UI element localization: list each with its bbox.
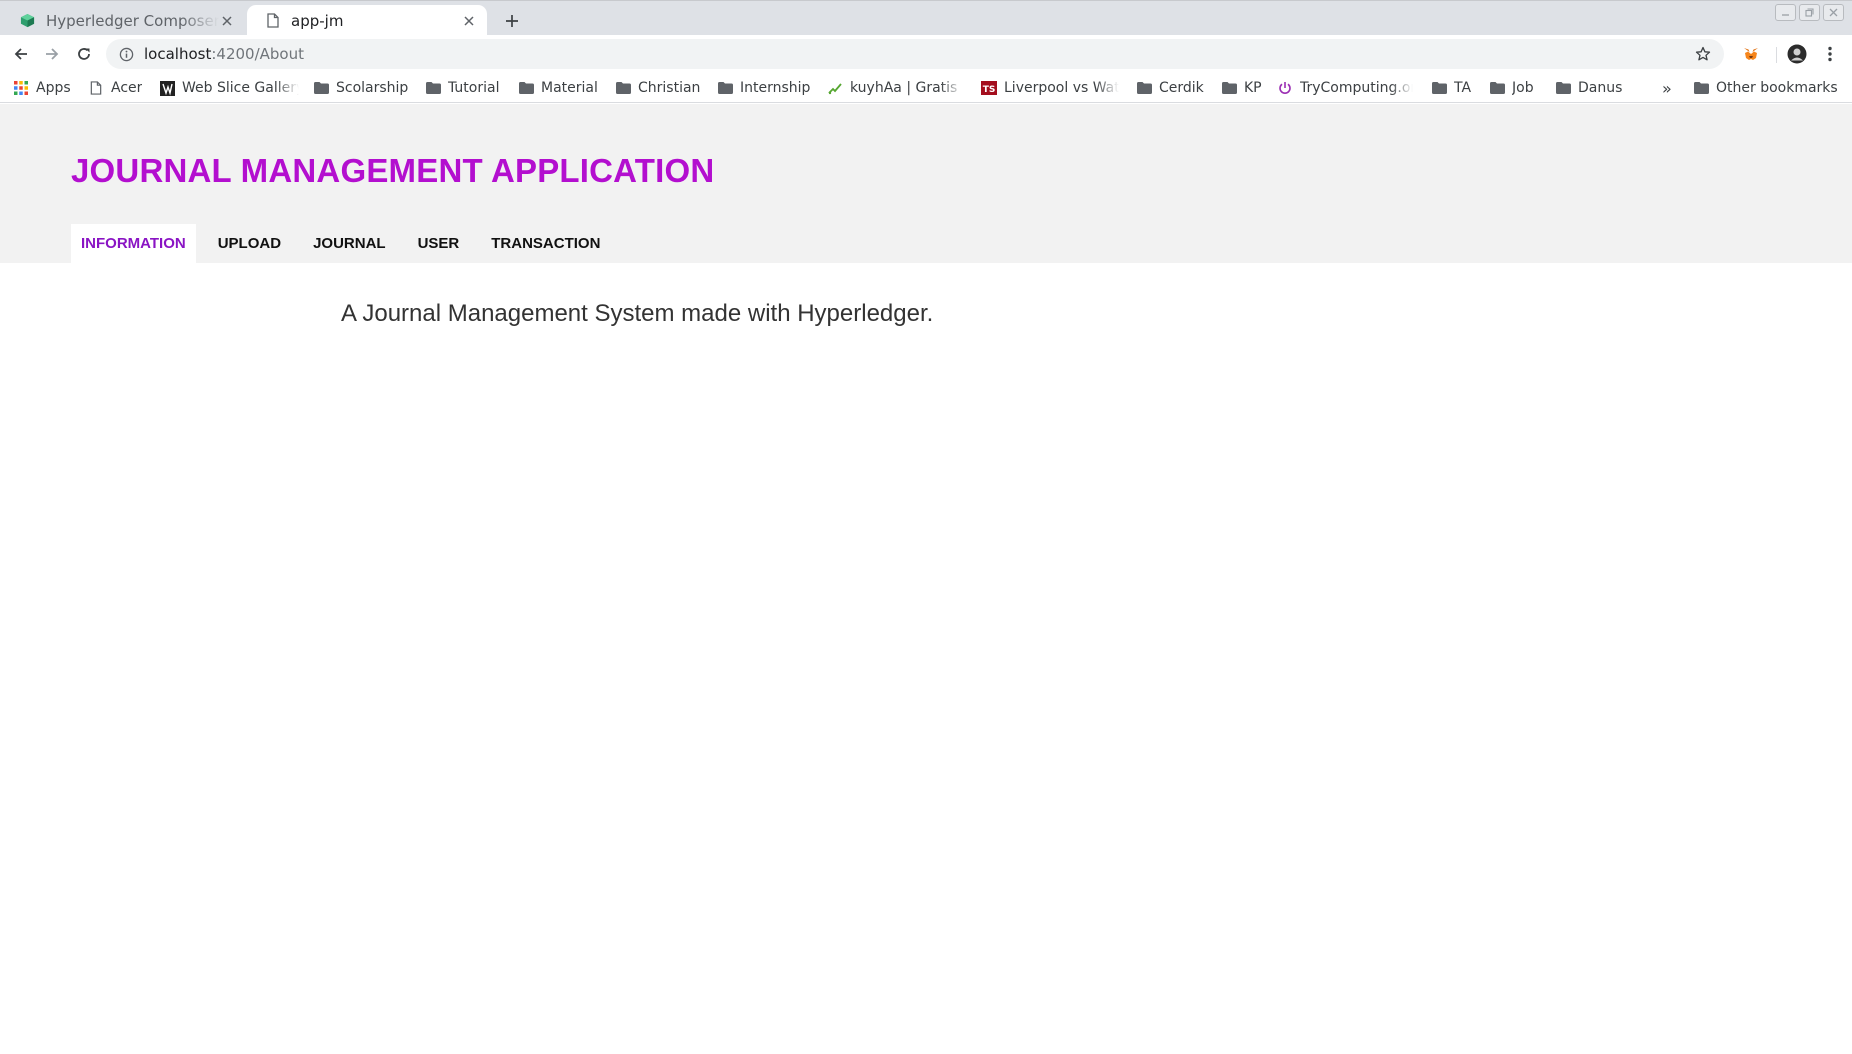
app-title: JOURNAL MANAGEMENT APPLICATION	[71, 152, 715, 189]
metamask-fox-icon[interactable]	[1741, 44, 1761, 64]
browser-toolbar: localhost:4200/About	[0, 35, 1852, 73]
toolbar-divider	[1776, 47, 1777, 63]
page-icon	[88, 80, 104, 96]
tab-title: Hyperledger Composer REST server	[46, 11, 219, 30]
bookmark-label: Cerdik	[1159, 80, 1204, 96]
restore-icon	[1805, 8, 1814, 17]
window-controls	[1775, 4, 1844, 21]
menu-kebab-icon[interactable]	[1820, 44, 1840, 64]
bookmark-folder-tutorial[interactable]: Tutorial	[425, 77, 499, 99]
folder-icon	[1221, 80, 1237, 96]
bookmark-label: Danus	[1578, 80, 1623, 96]
profile-avatar[interactable]	[1787, 44, 1807, 64]
minimize-button[interactable]	[1775, 4, 1796, 21]
bookmark-web-slice-gallery[interactable]: Web Slice Gallery	[159, 77, 299, 99]
bookmark-trycomputing[interactable]: TryComputing.org	[1277, 77, 1413, 99]
bookmark-acer[interactable]: Acer	[88, 77, 142, 99]
bookmark-label: TryComputing.org	[1300, 80, 1413, 96]
bookmark-label: KP	[1244, 80, 1262, 96]
bookmark-label: Job	[1512, 80, 1534, 96]
bookmark-label: Liverpool vs Watford	[1004, 80, 1119, 96]
bookmark-folder-danus[interactable]: Danus	[1555, 77, 1622, 99]
folder-icon	[615, 80, 631, 96]
bookmark-folder-other-bookmarks[interactable]: Other bookmarks	[1693, 77, 1838, 99]
folder-icon	[1489, 80, 1505, 96]
browser-tab-app-jm[interactable]: app-jm	[247, 5, 487, 36]
new-tab-button[interactable]	[498, 7, 526, 35]
bookmark-folder-scolarship[interactable]: Scolarship	[313, 77, 408, 99]
bookmark-folder-kp[interactable]: KP	[1221, 77, 1262, 99]
bookmark-kuyhaa[interactable]: kuyhAa | Gratis Download	[827, 77, 963, 99]
close-window-button[interactable]	[1823, 4, 1844, 21]
folder-icon	[313, 80, 329, 96]
bookmark-folder-ta[interactable]: TA	[1431, 77, 1471, 99]
url-path: :4200/About	[211, 45, 304, 63]
reload-button[interactable]	[70, 40, 98, 68]
close-icon	[1829, 8, 1838, 17]
bookmarks-bar: Apps Acer Web Slice Gallery Scolarship T…	[0, 73, 1852, 103]
folder-icon	[1555, 80, 1571, 96]
power-icon	[1277, 80, 1293, 96]
browser-tabstrip: Hyperledger Composer REST server app-jm	[0, 0, 1852, 36]
forward-button[interactable]	[38, 40, 66, 68]
nav-tab-user[interactable]: USER	[408, 224, 470, 263]
close-icon[interactable]	[461, 13, 477, 29]
nav-tab-journal[interactable]: JOURNAL	[303, 224, 396, 263]
nav-tab-upload[interactable]: UPLOAD	[208, 224, 291, 263]
minimize-icon	[1782, 14, 1789, 16]
bookmark-label: Other bookmarks	[1716, 80, 1838, 96]
bookmark-label: Web Slice Gallery	[182, 80, 299, 96]
close-icon[interactable]	[219, 13, 235, 29]
bookmark-star-icon[interactable]	[1694, 45, 1712, 63]
web-slice-icon	[159, 80, 175, 96]
address-bar[interactable]: localhost:4200/About	[106, 39, 1724, 69]
folder-icon	[518, 80, 534, 96]
folder-icon	[425, 80, 441, 96]
browser-tab-composer[interactable]: Hyperledger Composer REST server	[2, 5, 245, 36]
bookmark-folder-internship[interactable]: Internship	[717, 77, 810, 99]
bookmark-folder-cerdik[interactable]: Cerdik	[1136, 77, 1204, 99]
kuyhaa-icon	[827, 80, 843, 96]
page-icon	[264, 12, 281, 29]
bookmark-label: Acer	[111, 80, 143, 96]
arrow-left-icon	[14, 48, 27, 60]
bookmark-folder-material[interactable]: Material	[518, 77, 598, 99]
folder-icon	[1431, 80, 1447, 96]
bookmark-label: Scolarship	[336, 80, 409, 96]
app-header: JOURNAL MANAGEMENT APPLICATION INFORMATI…	[0, 104, 1852, 263]
folder-icon	[1136, 80, 1152, 96]
url-text: localhost:4200/About	[144, 45, 304, 63]
app-description: A Journal Management System made with Hy…	[341, 300, 934, 327]
bookmark-label: kuyhAa | Gratis Download	[850, 80, 963, 96]
bookmark-label: Christian	[638, 80, 701, 96]
info-icon[interactable]	[118, 46, 134, 62]
url-host: localhost	[144, 45, 212, 63]
apps-grid-icon	[13, 80, 29, 96]
bookmark-label: Apps	[36, 80, 71, 96]
bookmark-label: Material	[541, 80, 598, 96]
back-button[interactable]	[7, 40, 35, 68]
bookmarks-overflow-chevron[interactable]: »	[1662, 77, 1672, 99]
plus-icon	[506, 15, 518, 27]
nav-tab-information[interactable]: INFORMATION	[71, 224, 196, 263]
cube-icon	[19, 12, 36, 29]
bookmark-folder-christian[interactable]: Christian	[615, 77, 700, 99]
bookmark-label: TA	[1454, 80, 1472, 96]
folder-icon	[717, 80, 733, 96]
restore-button[interactable]	[1799, 4, 1820, 21]
nav-tab-transaction[interactable]: TRANSACTION	[481, 224, 610, 263]
bookmark-folder-job[interactable]: Job	[1489, 77, 1534, 99]
chevron-double-right-icon: »	[1662, 78, 1672, 98]
bookmark-label: Tutorial	[448, 80, 500, 96]
arrow-right-icon	[46, 48, 59, 60]
bookmark-apps[interactable]: Apps	[13, 77, 71, 99]
tab-title: app-jm	[291, 11, 344, 30]
svg-text:TS: TS	[983, 85, 996, 95]
bookmark-liverpool-vs-watford[interactable]: TS Liverpool vs Watford	[981, 77, 1119, 99]
reload-icon	[78, 48, 90, 60]
app-nav: INFORMATION UPLOAD JOURNAL USER TRANSACT…	[71, 224, 622, 263]
ts-icon: TS	[981, 80, 997, 96]
bookmark-label: Internship	[740, 80, 811, 96]
folder-icon	[1693, 80, 1709, 96]
